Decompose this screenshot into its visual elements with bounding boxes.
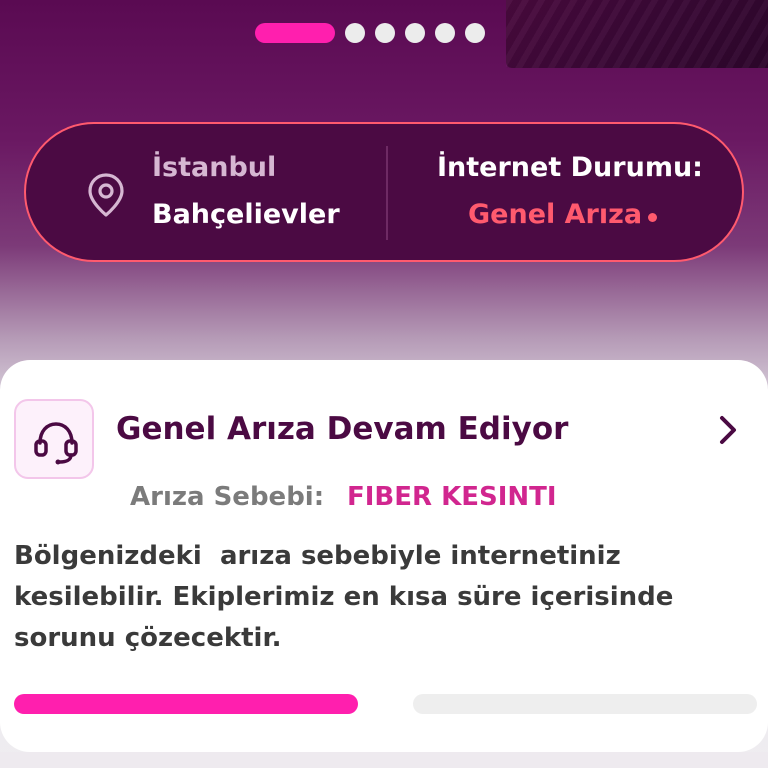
carousel-dot-active[interactable]	[255, 23, 335, 43]
carousel-dot[interactable]	[435, 23, 455, 43]
alert-title: Genel Arıza Devam Ediyor	[116, 411, 569, 447]
carousel-dot[interactable]	[465, 23, 485, 43]
chevron-right-icon[interactable]	[716, 414, 740, 446]
support-icon-box	[14, 399, 94, 479]
location-city: İstanbul	[152, 152, 277, 183]
location-district: Bahçelievler	[152, 199, 340, 230]
status-card-divider	[386, 146, 388, 240]
location-pin-icon	[88, 173, 124, 217]
progress-segment-active	[14, 694, 358, 714]
status-indicator-dot	[648, 213, 657, 222]
headset-icon	[34, 422, 78, 465]
hero-image	[506, 0, 768, 68]
carousel-dot[interactable]	[405, 23, 425, 43]
carousel-dot[interactable]	[375, 23, 395, 43]
internet-status-label: İnternet Durumu:	[437, 152, 703, 183]
carousel-dot[interactable]	[345, 23, 365, 43]
bottom-background	[0, 752, 768, 768]
alert-description: Bölgenizdeki arıza sebebiyle internetini…	[14, 541, 674, 653]
carousel-indicator	[255, 22, 485, 44]
internet-status-value: Genel Arıza	[468, 199, 643, 230]
internet-status-card[interactable]	[24, 122, 744, 262]
cause-value: FIBER KESINTI	[347, 482, 557, 512]
cause-label: Arıza Sebebi:	[130, 482, 325, 512]
progress-segment-inactive	[413, 694, 757, 714]
